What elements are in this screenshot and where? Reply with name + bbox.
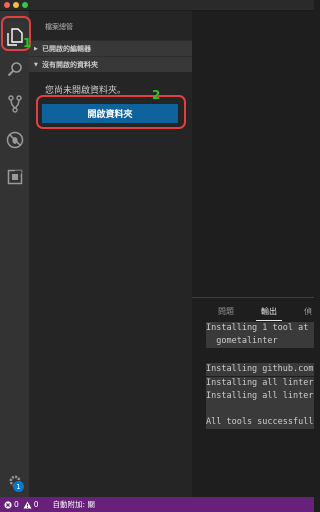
output-log: Installing 1 tool at gometalinter Instal… <box>206 322 314 442</box>
active-tab-indicator <box>256 320 282 321</box>
no-folder-label: 沒有開啟的資料夾 <box>42 60 98 69</box>
window-titlebar <box>0 0 314 11</box>
settings-update-badge: 1 <box>13 481 24 492</box>
activity-bar: 1 <box>0 11 29 497</box>
status-bar: 0 0 自動附加: 關 <box>0 497 314 512</box>
auto-attach-status[interactable]: 自動附加: 關 <box>53 499 95 510</box>
error-count: 0 <box>14 500 19 509</box>
source-control-icon <box>7 95 22 113</box>
no-folder-section[interactable]: ▼ 沒有開啟的資料夾 <box>29 56 192 72</box>
output-line: Installing 1 tool at <box>206 322 314 335</box>
output-line: Installing all linter <box>206 377 314 390</box>
editor-area <box>192 11 314 297</box>
output-line: All tools successfull <box>206 416 314 429</box>
output-line: Installing github.com <box>206 363 314 376</box>
close-window-button[interactable] <box>4 2 10 8</box>
annotation-highlight-open-folder <box>36 95 186 129</box>
chevron-down-icon: ▼ <box>34 61 38 68</box>
tab-output[interactable]: 輸出 <box>261 306 277 317</box>
chevron-right-icon: ▶ <box>34 45 38 52</box>
annotation-number: 1 <box>23 36 32 50</box>
tab-debug-console[interactable]: 偵 <box>304 306 312 317</box>
explorer-title: 檔案總管 <box>45 23 73 31</box>
annotation-number: 2 <box>152 88 161 102</box>
debug-activity-button[interactable] <box>0 124 29 156</box>
output-line <box>206 403 314 416</box>
extensions-icon <box>7 169 22 185</box>
search-icon <box>7 62 22 77</box>
output-line: gometalinter <box>206 335 314 348</box>
debug-icon <box>6 131 23 149</box>
explorer-sidebar: 檔案總管 ▶ 已開啟的編輯器 ▼ 沒有開啟的資料夾 您尚未開啟資料夾。 開啟資料… <box>29 11 192 497</box>
warning-icon <box>23 501 32 508</box>
open-editors-section[interactable]: ▶ 已開啟的編輯器 <box>29 40 192 56</box>
output-line: Installing all linter <box>206 390 314 403</box>
extensions-activity-button[interactable] <box>0 161 29 193</box>
search-activity-button[interactable] <box>0 53 29 85</box>
minimize-window-button[interactable] <box>13 2 19 8</box>
problems-status[interactable]: 0 0 <box>4 500 39 509</box>
source-control-activity-button[interactable] <box>0 88 29 120</box>
zoom-window-button[interactable] <box>22 2 28 8</box>
open-editors-label: 已開啟的編輯器 <box>42 44 91 53</box>
error-icon <box>4 500 12 509</box>
tab-problems[interactable]: 問題 <box>218 306 234 317</box>
warning-count: 0 <box>33 500 39 509</box>
